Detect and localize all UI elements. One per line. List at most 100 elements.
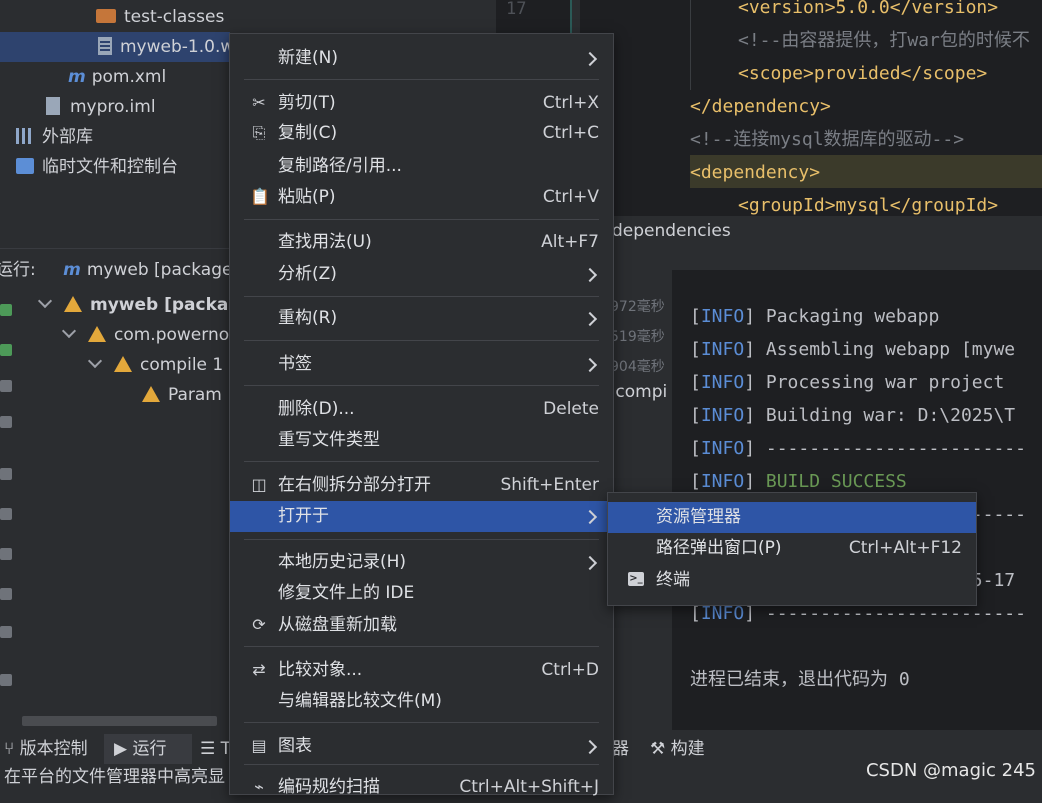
submenu-item-label: 资源管理器 <box>656 507 741 527</box>
war-archive-icon <box>98 37 112 55</box>
tab-version-control[interactable]: ⑂ 版本控制 <box>4 734 88 764</box>
chevron-right-icon <box>582 739 598 755</box>
run-icon[interactable] <box>0 344 12 356</box>
console-line: [INFO] Processing war project <box>690 366 1004 399</box>
wrench-icon[interactable] <box>0 416 12 428</box>
run-panel-header: 运行: m myweb [package <box>0 255 233 285</box>
tree-item-external-libraries[interactable]: 外部库 <box>16 122 93 152</box>
submenu-item[interactable]: 资源管理器 <box>608 502 976 533</box>
toggle-icon[interactable] <box>0 380 12 392</box>
chevron-down-icon <box>37 293 53 309</box>
menu-item[interactable]: 新建(N) <box>230 43 613 74</box>
menu-item[interactable]: 本地历史记录(H) <box>230 547 613 578</box>
run-tree-root[interactable]: myweb [packag <box>34 290 241 320</box>
menu-item[interactable]: 分析(Z) <box>230 259 613 290</box>
code-line: <groupId>mysql</groupId> <box>738 195 999 216</box>
run-tree-item[interactable]: compile 1 <box>84 350 223 380</box>
submenu-item[interactable]: 路径弹出窗口(P) Ctrl+Alt+F12 <box>608 533 976 564</box>
menu-item-label: 在右侧拆分部分打开 <box>278 475 431 495</box>
menu-separator <box>244 219 599 220</box>
tree-item-iml[interactable]: mypro.iml <box>46 92 156 122</box>
menu-item[interactable]: 查找用法(U) Alt+F7 <box>230 227 613 258</box>
menu-separator <box>244 340 599 341</box>
breadcrumb-item[interactable]: dependencies <box>612 221 731 241</box>
chevron-right-icon <box>582 311 598 327</box>
menu-item-shortcut: Ctrl+D <box>541 660 599 680</box>
module-file-icon <box>46 97 60 115</box>
tab-todo[interactable]: ☰ T <box>200 734 231 764</box>
menu-item[interactable]: 📋 粘贴(P) Ctrl+V <box>230 182 613 213</box>
menu-item[interactable]: ▤ 图表 <box>230 731 613 762</box>
console-text: Packaging webapp <box>755 306 940 327</box>
menu-item[interactable]: ⎘ 复制(C) Ctrl+C <box>230 118 613 149</box>
chevron-right-icon <box>582 267 598 283</box>
layout-icon[interactable] <box>0 626 12 638</box>
grid-icon[interactable] <box>0 674 12 686</box>
tab-build[interactable]: ⚒ 构建 <box>650 734 705 764</box>
tab-run[interactable]: ▶ 运行 <box>104 734 192 764</box>
split-icon: ◫ <box>251 475 267 494</box>
menu-item-shortcut: Ctrl+Alt+Shift+J <box>459 777 599 797</box>
menu-item[interactable]: 修复文件上的 IDE <box>230 578 613 609</box>
duration-label: 519毫秒 <box>610 329 665 345</box>
line-number: 17 <box>506 0 527 19</box>
tree-item-war-file[interactable]: myweb-1.0.w <box>0 32 234 62</box>
scratches-icon <box>16 158 34 174</box>
menu-separator <box>244 539 599 540</box>
console-line: [INFO] Packaging webapp <box>690 300 939 333</box>
menu-item[interactable]: ⇄ 比较对象... Ctrl+D <box>230 655 613 686</box>
tree-item-test-classes[interactable]: test-classes <box>96 2 224 32</box>
chevron-right-icon <box>582 357 598 373</box>
menu-item-label: 打开于 <box>278 506 329 526</box>
menu-item[interactable]: 重写文件类型 <box>230 425 613 456</box>
eye-icon[interactable] <box>0 508 12 520</box>
rerun-icon[interactable] <box>0 304 12 316</box>
console-prefix: [INFO] <box>690 339 756 360</box>
duration-label: 904毫秒 <box>610 359 665 375</box>
menu-item[interactable]: 打开于 <box>230 501 613 532</box>
chevron-down-icon <box>87 353 103 369</box>
library-icon <box>16 128 34 144</box>
breadcrumb: dependencies <box>600 216 1042 246</box>
compare-icon: ⇄ <box>252 660 266 679</box>
menu-item[interactable]: 复制路径/引用... <box>230 151 613 182</box>
console-prefix: [INFO] <box>690 438 756 459</box>
menu-item-label: 复制路径/引用... <box>278 156 402 176</box>
console-text: ------------------------ <box>755 603 1026 624</box>
run-toolbar <box>0 288 18 708</box>
menu-item[interactable]: ✂ 剪切(T) Ctrl+X <box>230 88 613 119</box>
menu-item[interactable]: 书签 <box>230 349 613 380</box>
horizontal-scrollbar[interactable] <box>22 716 217 726</box>
run-tree-item[interactable]: com.powerno <box>58 320 229 350</box>
menu-item[interactable]: 与编辑器比较文件(M) <box>230 686 613 717</box>
submenu-item[interactable]: >_ 终端 <box>608 565 976 596</box>
menu-item-label: 新建(N) <box>278 48 338 68</box>
paste-icon: 📋 <box>250 187 270 206</box>
tree-item-scratches[interactable]: 临时文件和控制台 <box>16 152 178 182</box>
scan-icon: ⌁ <box>254 777 264 796</box>
status-text: 在平台的文件管理器中高亮显 <box>4 767 225 787</box>
code-line: </dependency> <box>690 96 831 117</box>
run-tree-item[interactable]: Param <box>142 380 222 410</box>
menu-item[interactable]: ⟳ 从磁盘重新加载 <box>230 610 613 641</box>
menu-item[interactable]: 重构(R) <box>230 303 613 334</box>
stop-icon[interactable] <box>0 468 12 480</box>
settings-icon[interactable] <box>0 548 12 560</box>
warning-icon <box>114 356 132 372</box>
console-prefix: [INFO] <box>690 306 756 327</box>
menu-item-label: 图表 <box>278 736 312 756</box>
menu-item[interactable]: 删除(D)... Delete <box>230 394 613 425</box>
menu-item-label: 本地历史记录(H) <box>278 552 407 572</box>
tab-partial[interactable]: 器 <box>612 734 629 764</box>
menu-item-label: 粘贴(P) <box>278 187 336 207</box>
menu-item-shortcut: Delete <box>543 399 599 419</box>
run-tab[interactable]: myweb [package <box>87 260 233 280</box>
hammer-icon: ⚒ <box>650 739 671 759</box>
camera-icon[interactable] <box>0 588 12 600</box>
menu-item[interactable]: ⌁ 编码规约扫描 Ctrl+Alt+Shift+J <box>230 772 613 803</box>
tree-item-pom[interactable]: m pom.xml <box>68 62 166 92</box>
menu-item-shortcut: Shift+Enter <box>500 475 599 495</box>
menu-separator <box>244 296 599 297</box>
menu-item[interactable]: ◫ 在右侧拆分部分打开 Shift+Enter <box>230 470 613 501</box>
terminal-icon: >_ <box>628 572 644 586</box>
